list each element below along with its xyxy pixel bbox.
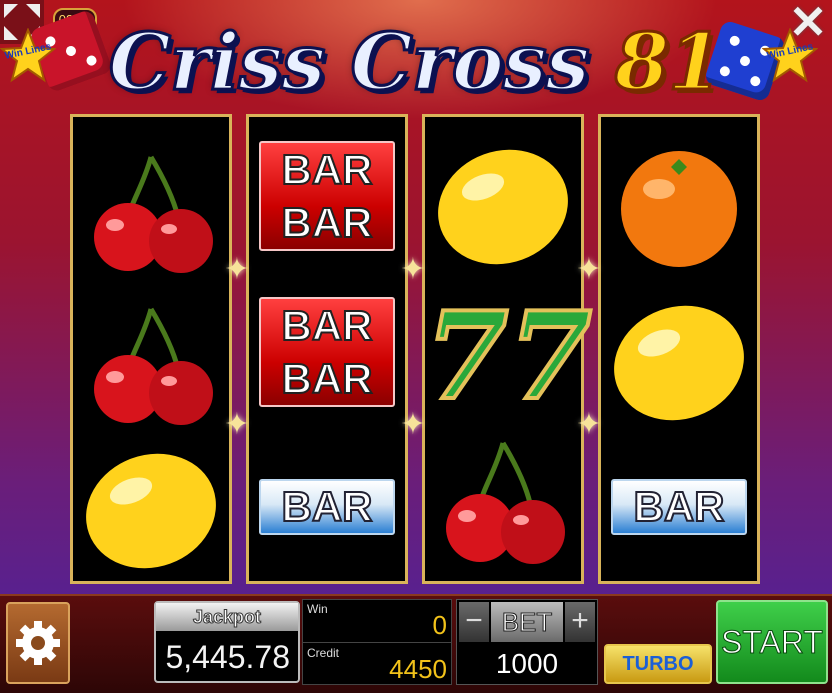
reel-2: BAR BAR BAR BAR BAR [246,114,408,584]
bet-control: − BET + 1000 [456,599,598,685]
double-bar-tile: BAR BAR [259,141,395,251]
cherry-icon [446,441,565,564]
settings-button[interactable] [6,602,70,684]
sparkle-icon: ✦ [576,408,602,441]
bet-decrease-button[interactable]: − [459,602,489,642]
sparkle-icon: ✦ [576,253,602,286]
seven-symbol: 77 [423,284,594,429]
double-bar-tile: BAR BAR [259,297,395,407]
reel-1 [70,114,232,584]
orange-icon [621,151,737,267]
lemon-icon [86,453,216,569]
turbo-button[interactable]: TURBO [604,644,712,684]
cherry-icon [94,307,213,425]
start-button[interactable]: START [716,600,828,684]
win-lines-badge-left: Win Lines [0,27,57,84]
cherry-icon [94,155,213,273]
game-title: Criss Cross 81 [95,8,735,118]
sparkle-icon: ✦ [224,253,250,286]
gear-icon [16,621,60,665]
bet-label: BET [491,602,563,642]
reel-4: BAR [598,114,760,584]
jackpot-label: Jackpot [156,603,298,631]
bet-increase-button[interactable]: + [565,602,595,642]
reel-3: 77 [422,114,594,584]
win-value: 0 [432,610,447,640]
bet-value: 1000 [495,648,559,679]
win-label: Win [307,602,328,616]
sparkle-icon: ✦ [400,253,426,286]
title-words: Criss Cross [107,16,591,110]
jackpot-display: Jackpot 5,445.78 [154,601,300,683]
lemon-icon [438,149,568,265]
sparkle-icon: ✦ [400,408,426,441]
win-credit-display: Win 0 Credit 4450 [302,599,452,685]
close-button[interactable]: ✕ [784,0,832,45]
credit-value: 4450 [389,654,447,684]
title-number: 81 [613,16,724,110]
credit-label: Credit [307,646,340,660]
single-bar-tile: BAR [611,479,747,535]
lemon-icon [614,305,744,421]
divider [303,642,451,643]
single-bar-tile: BAR [259,479,395,535]
sparkle-icon: ✦ [224,408,250,441]
jackpot-value: 5,445.78 [165,639,290,675]
